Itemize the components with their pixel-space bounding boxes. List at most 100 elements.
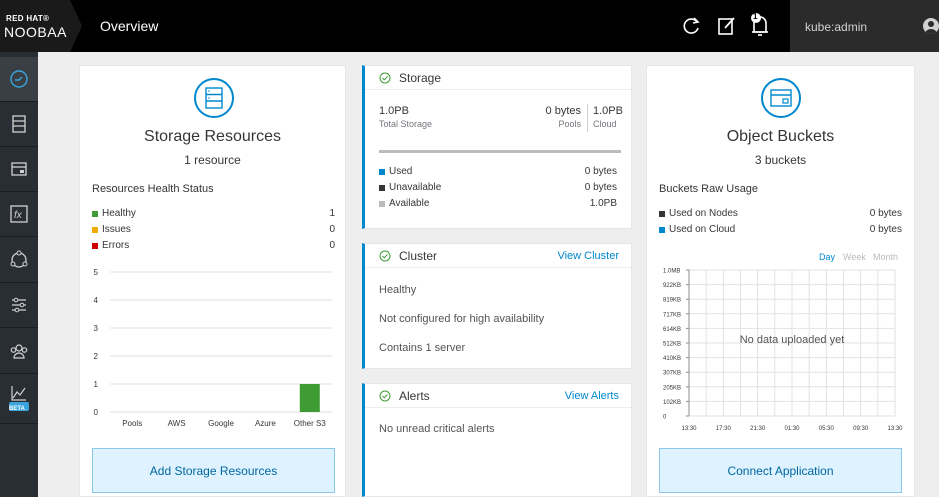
dashboard-icon [10,70,28,88]
period-day-tab[interactable]: Day [819,252,835,262]
sidebar-item-resources[interactable] [0,102,38,147]
sidebar-item-analytics[interactable]: BETA [0,374,38,424]
notification-count: 1 [753,12,758,21]
health-errors-value: 0 [329,240,335,251]
storage-available-value: 1.0PB [589,198,617,209]
x-tick-label: 01:30 [784,426,800,432]
health-issues-value: 0 [329,224,335,235]
storage-resources-card: Storage Resources 1 resource Resources H… [79,65,346,497]
pools-label: Pools [558,119,581,129]
add-storage-resources-button[interactable]: Add Storage Resources [92,448,335,493]
pools-value: 0 bytes [545,105,581,117]
storage-available-row: Available [379,198,429,209]
check-circle-icon [379,390,391,401]
used-on-nodes-row: Used on Nodes [659,208,738,219]
period-week-tab[interactable]: Week [843,252,866,262]
view-alerts-link[interactable]: View Alerts [565,390,619,402]
bucket-icon [11,162,27,176]
storage-resources-count: 1 resource [184,153,241,167]
usage-label: Used on Cloud [669,224,736,235]
storage-resources-title: Storage Resources [144,128,281,145]
svg-text:fx: fx [14,210,23,221]
health-issues-row: Issues [92,224,131,235]
health-status-title: Resources Health Status [92,183,214,195]
y-tick-label: 717KB [663,312,681,318]
storage-unavailable-row: Unavailable [379,182,441,193]
storage-header: Storage [365,66,631,90]
used-on-nodes-value: 0 bytes [869,208,902,219]
alerts-header: Alerts View Alerts [365,384,631,408]
sidebar-item-buckets[interactable] [0,147,38,192]
storage-used-value: 0 bytes [584,166,617,177]
cluster-icon [10,250,28,268]
sidebar-item-cluster[interactable] [0,238,38,283]
storage-unavailable-value: 0 bytes [584,182,617,193]
divider [587,104,588,132]
cluster-status: Healthy [379,284,417,296]
storage-resources-icon [194,78,234,118]
period-month-tab[interactable]: Month [873,252,898,262]
cluster-title: Cluster [399,248,438,263]
object-buckets-title: Object Buckets [726,128,835,145]
x-tick-label: 05:30 [819,426,835,432]
raw-usage-chart: 1.0MB 922KB 819KB 717KB 614KB 512KB 410KB 307KB… [663,269,903,433]
storage-row-label: Available [389,198,430,209]
object-buckets-icon [761,78,801,118]
view-cluster-link[interactable]: View Cluster [557,250,619,262]
x-tick-label: 09:30 [853,426,869,432]
sidebar-item-settings[interactable] [0,283,38,328]
health-label: Errors [102,240,130,251]
top-bar: RED HAT® NOOBAA Overview 1 kube:admin [0,0,939,52]
beta-badge: BETA [9,406,25,412]
object-buckets-card: Object Buckets 3 buckets Buckets Raw Usa… [646,65,915,497]
x-tick-label: Google [208,419,234,428]
no-data-message: No data uploaded yet [740,334,845,346]
storage-card: Storage 1.0PB Total Storage 0 bytes Pool… [362,65,632,229]
total-storage-value: 1.0PB [379,105,409,117]
used-on-cloud-value: 0 bytes [869,224,902,235]
y-tick-label: 1.0MB [663,269,680,275]
total-storage-label: Total Storage [379,119,433,129]
x-tick-label: 13:30 [681,426,697,432]
storage-title: Storage [399,70,442,85]
cloud-label: Cloud [593,119,617,129]
storage-icon [12,115,26,133]
y-tick-label: 0 [663,415,667,421]
accounts-icon [10,344,28,359]
sidebar-item-accounts[interactable] [0,329,38,374]
y-tick-label: 102KB [663,400,681,406]
edit-icon[interactable] [716,14,738,38]
y-tick-label: 512KB [663,342,681,348]
cluster-card: Cluster View Cluster Healthy Not configu… [362,243,632,369]
brand-vendor: RED HAT® [6,14,50,23]
x-tick-label: Other S3 [294,419,327,428]
y-tick-label: 3 [94,324,99,333]
refresh-icon[interactable] [680,14,702,38]
x-tick-label: AWS [168,419,186,428]
cloud-value: 1.0PB [593,105,623,117]
alerts-title: Alerts [399,388,430,403]
sidebar-item-overview[interactable] [0,57,38,102]
brand-logo[interactable]: RED HAT® NOOBAA [0,0,82,52]
user-name: kube:admin [805,20,868,34]
bar-other-s3 [299,384,320,412]
storage-row-label: Unavailable [389,182,442,193]
y-tick-label: 614KB [663,327,681,333]
health-label: Issues [102,224,131,235]
y-tick-label: 1 [94,380,99,389]
avatar[interactable] [923,18,939,34]
user-menu[interactable]: kube:admin [790,0,939,52]
y-tick-label: 2 [94,352,99,361]
object-buckets-count: 3 buckets [754,153,807,167]
y-tick-label: 5 [94,268,99,277]
alerts-message: No unread critical alerts [379,423,495,435]
function-icon: fx [10,205,28,223]
alerts-card: Alerts View Alerts No unread critical al… [362,383,632,497]
x-tick-label: Azure [255,419,276,428]
sidebar-item-functions[interactable]: fx [0,192,38,237]
storage-used-row: Used [379,166,412,177]
storage-usage-bar [379,150,621,153]
notification-bell-icon[interactable]: 1 [748,10,770,36]
x-tick-label: 13:30 [887,426,903,432]
connect-application-button[interactable]: Connect Application [659,448,902,493]
